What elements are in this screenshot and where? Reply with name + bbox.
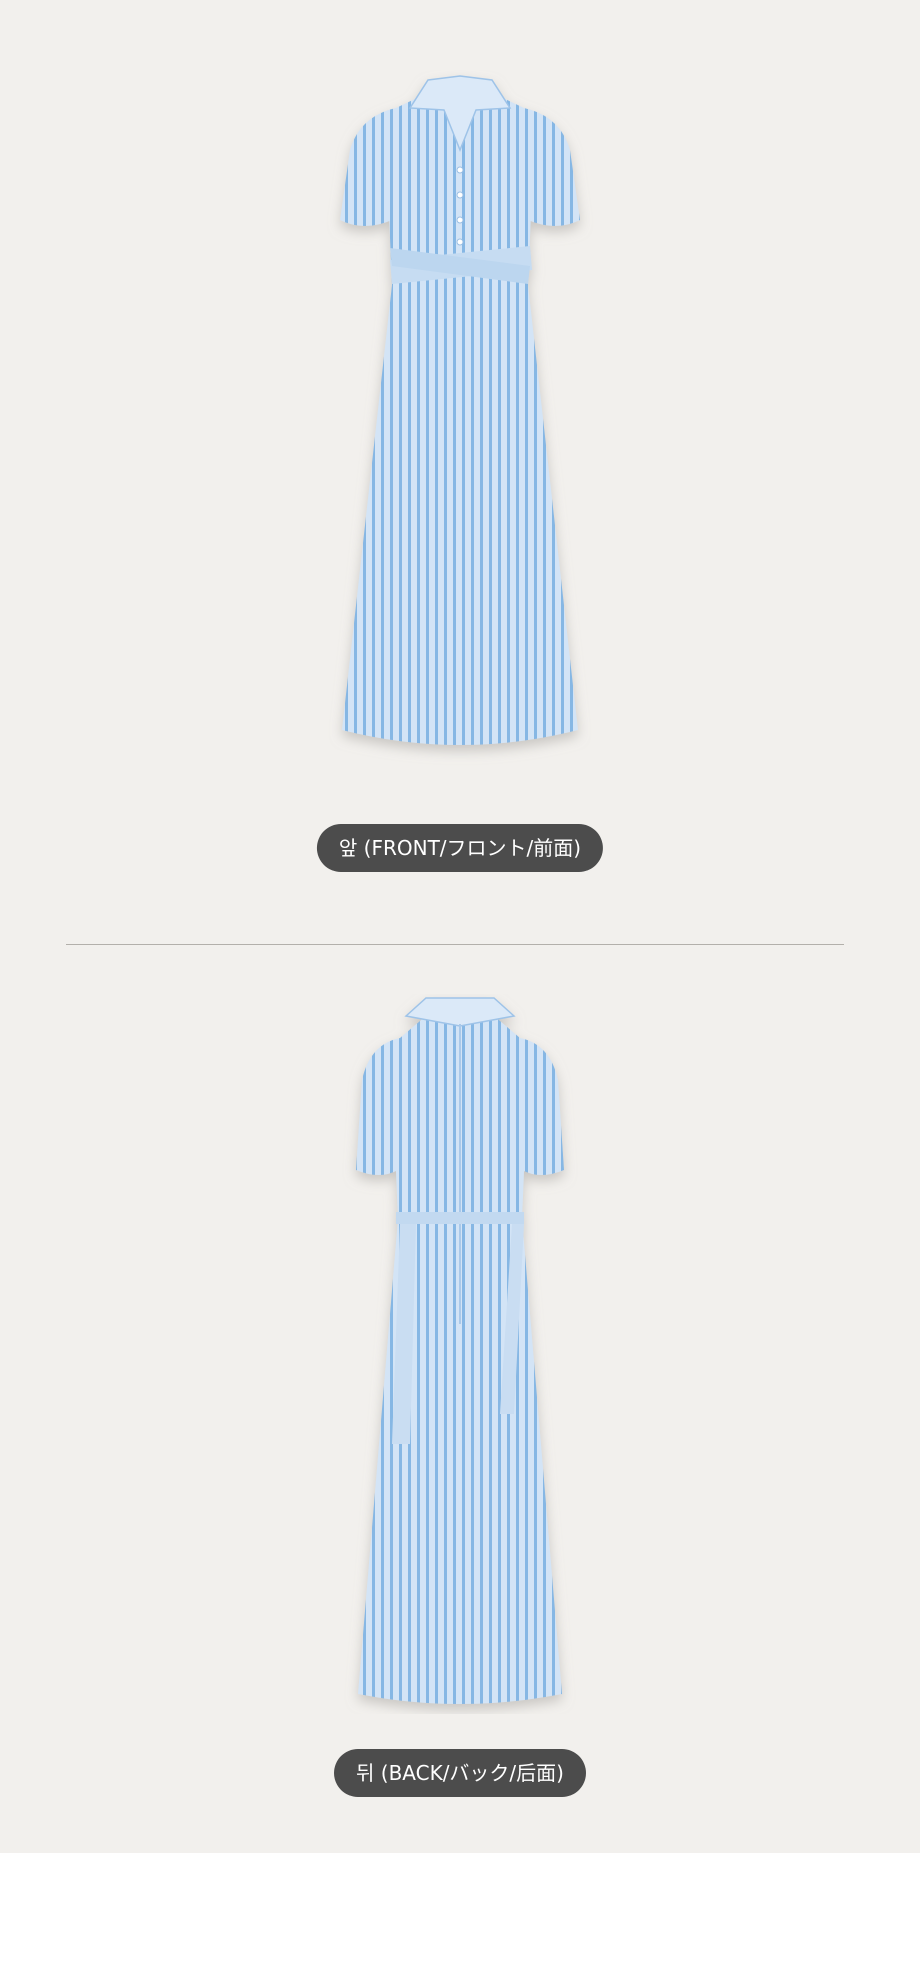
front-view-label: 앞 (FRONT/フロント/前面) [316, 824, 604, 872]
dress-front-illustration [340, 75, 580, 745]
dress-back-illustration [356, 997, 564, 1704]
product-detail-sheet: 앞 (FRONT/フロント/前面) 뒤 (BACK/バック/后面) [0, 0, 920, 1853]
dress-front-image [0, 70, 920, 770]
section-divider [66, 944, 844, 945]
dress-back-image [0, 994, 920, 1714]
back-view-label: 뒤 (BACK/バック/后面) [334, 1749, 586, 1797]
